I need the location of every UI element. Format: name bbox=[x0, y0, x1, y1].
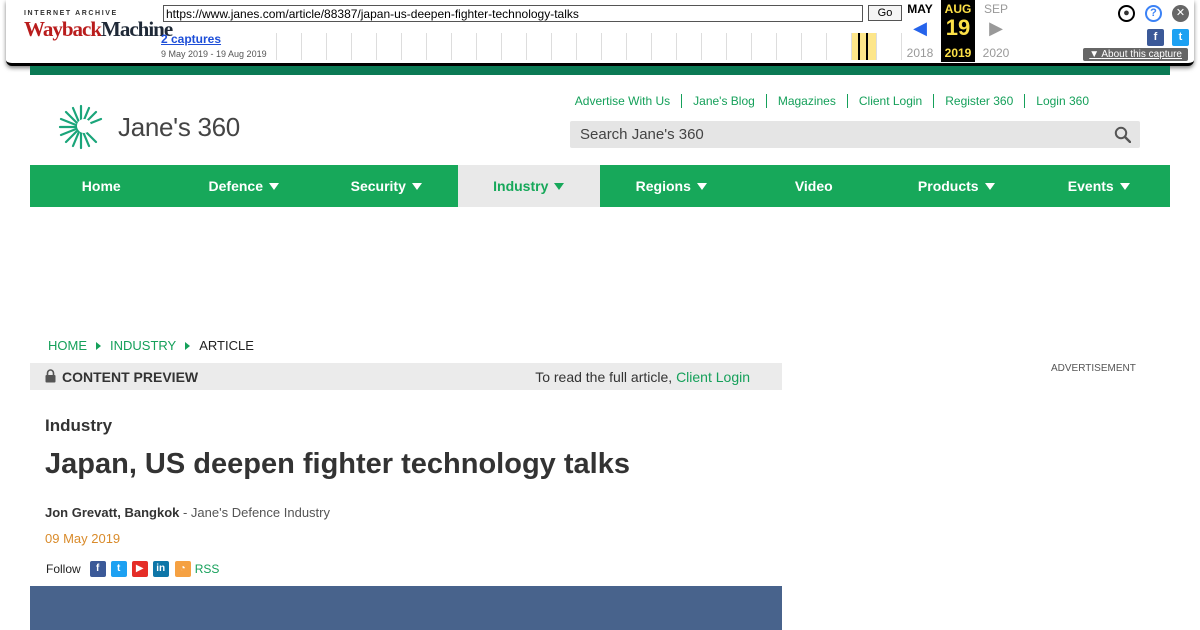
follow-bar: Follow f t ▶ in ◔ RSS bbox=[46, 561, 219, 577]
user-icon[interactable]: ● bbox=[1118, 5, 1135, 22]
wayback-logo-top: INTERNET ARCHIVE bbox=[24, 10, 118, 17]
calendar-next[interactable]: SEP ▶ 2020 bbox=[979, 0, 1013, 62]
nav-defence[interactable]: Defence bbox=[173, 165, 316, 207]
about-capture-button[interactable]: ▼ About this capture bbox=[1083, 48, 1188, 61]
nav-security[interactable]: Security bbox=[315, 165, 458, 207]
site-logo[interactable]: Jane's 360 bbox=[58, 103, 240, 151]
facebook-icon[interactable]: f bbox=[89, 561, 106, 577]
nav-products-label: Products bbox=[917, 178, 979, 194]
calendar-prev[interactable]: MAY ◀ 2018 bbox=[903, 0, 937, 62]
prev-month: MAY bbox=[907, 2, 933, 16]
nav-industry[interactable]: Industry bbox=[457, 165, 600, 207]
linkedin-icon[interactable]: in bbox=[152, 561, 169, 577]
nav-industry-label: Industry bbox=[493, 178, 549, 194]
sparkline-capture-mark bbox=[858, 33, 860, 60]
rss-icon[interactable]: ◔ bbox=[174, 561, 191, 577]
help-icon[interactable]: ? bbox=[1145, 5, 1162, 22]
next-year: 2020 bbox=[982, 46, 1010, 60]
sparkline-capture-mark bbox=[866, 33, 868, 60]
magazines-link[interactable]: Magazines bbox=[765, 94, 847, 108]
article-section: Industry bbox=[45, 416, 113, 435]
sparkline-current-month bbox=[851, 33, 876, 60]
login-link[interactable]: Login 360 bbox=[1024, 94, 1100, 108]
nav-events-label: Events bbox=[1067, 178, 1114, 194]
read-full-text: To read the full article, bbox=[535, 369, 673, 385]
content-preview-label: CONTENT PREVIEW bbox=[62, 369, 199, 385]
logo-text: Jane's 360 bbox=[118, 111, 240, 142]
article-publication: - Jane's Defence Industry bbox=[179, 505, 330, 520]
wayback-logo-main-a: Wayback bbox=[24, 17, 102, 41]
close-icon[interactable]: ✕ bbox=[1172, 5, 1189, 22]
breadcrumb-current: ARTICLE bbox=[199, 338, 254, 353]
nav-video-label: Video bbox=[794, 178, 833, 194]
nav-regions[interactable]: Regions bbox=[600, 165, 743, 207]
nav-regions-label: Regions bbox=[635, 178, 691, 194]
advertise-link[interactable]: Advertise With Us bbox=[564, 94, 681, 108]
breadcrumb-arrow-icon bbox=[96, 341, 101, 350]
follow-label: Follow bbox=[46, 562, 81, 576]
wayback-go-button[interactable]: Go bbox=[868, 5, 902, 21]
cur-year: 2019 bbox=[944, 46, 972, 60]
calendar-current: AUG 19 2019 bbox=[941, 0, 975, 62]
article-date: 09 May 2019 bbox=[45, 531, 121, 546]
advertisement-label: ADVERTISEMENT bbox=[1051, 363, 1136, 374]
twitter-icon[interactable]: t bbox=[1172, 29, 1189, 46]
wayback-date-range: 9 May 2019 - 19 Aug 2019 bbox=[161, 49, 267, 59]
wayback-captures-link[interactable]: 2 captures bbox=[161, 32, 221, 46]
caret-down-icon bbox=[268, 182, 279, 190]
wayback-url-input[interactable] bbox=[163, 5, 863, 22]
caret-down-icon bbox=[1119, 182, 1130, 190]
nav-video[interactable]: Video bbox=[743, 165, 886, 207]
caret-down-icon bbox=[554, 182, 565, 190]
next-arrow-icon[interactable]: ▶ bbox=[979, 16, 1013, 40]
facebook-icon[interactable]: f bbox=[1147, 29, 1164, 46]
search-icon[interactable] bbox=[1114, 126, 1131, 143]
client-login-link[interactable]: Client Login bbox=[846, 94, 933, 108]
breadcrumb-home[interactable]: HOME bbox=[48, 338, 87, 353]
register-link[interactable]: Register 360 bbox=[933, 94, 1024, 108]
prev-arrow-icon[interactable]: ◀ bbox=[903, 16, 937, 40]
article-author: Jon Grevatt, Bangkok bbox=[45, 505, 180, 520]
read-full-article: To read the full article, Client Login bbox=[535, 369, 750, 385]
janes-logo-icon bbox=[58, 104, 103, 150]
article-hero-image bbox=[30, 586, 782, 630]
nav-defence-label: Defence bbox=[208, 178, 263, 194]
utility-links: Advertise With Us Jane's Blog Magazines … bbox=[564, 94, 1100, 108]
next-month: SEP bbox=[983, 2, 1008, 16]
wayback-toolbar: INTERNET ARCHIVE WaybackMachine Go 2 cap… bbox=[6, 0, 1194, 66]
wayback-logo-main: WaybackMachine bbox=[24, 17, 173, 41]
wayback-logo[interactable]: INTERNET ARCHIVE WaybackMachine bbox=[24, 10, 173, 50]
top-accent-bar bbox=[30, 66, 1170, 75]
youtube-icon[interactable]: ▶ bbox=[131, 561, 148, 577]
breadcrumb: HOME INDUSTRY ARTICLE bbox=[48, 338, 254, 353]
article-headline: Japan, US deepen fighter technology talk… bbox=[45, 448, 630, 480]
blog-link[interactable]: Jane's Blog bbox=[681, 94, 766, 108]
about-capture-label: About this capture bbox=[1101, 49, 1182, 60]
breadcrumb-industry[interactable]: INDUSTRY bbox=[110, 338, 176, 353]
caret-down-icon bbox=[696, 182, 707, 190]
nav-products[interactable]: Products bbox=[885, 165, 1028, 207]
caret-down-icon bbox=[984, 182, 995, 190]
preview-client-login-link[interactable]: Client Login bbox=[676, 369, 750, 385]
breadcrumb-arrow-icon bbox=[185, 341, 191, 350]
cur-month: AUG bbox=[944, 2, 972, 16]
search-input[interactable] bbox=[570, 121, 1090, 148]
nav-security-label: Security bbox=[350, 178, 406, 194]
nav-home-label: Home bbox=[81, 178, 121, 194]
wayback-sparkline[interactable] bbox=[276, 33, 902, 60]
twitter-icon[interactable]: t bbox=[110, 561, 127, 577]
nav-events[interactable]: Events bbox=[1028, 165, 1171, 207]
caret-down-icon bbox=[411, 182, 422, 190]
main-nav: Home Defence Security Industry Regions V… bbox=[30, 165, 1170, 207]
lock-icon bbox=[45, 369, 56, 383]
search-bar bbox=[570, 121, 1140, 148]
article-byline: Jon Grevatt, Bangkok - Jane's Defence In… bbox=[45, 505, 330, 520]
prev-year: 2018 bbox=[906, 46, 934, 60]
wayback-calendar: MAY ◀ 2018 AUG 19 2019 SEP ▶ 2020 bbox=[903, 0, 1013, 62]
content-preview-bar: CONTENT PREVIEW To read the full article… bbox=[30, 363, 782, 390]
rss-link[interactable]: RSS bbox=[195, 562, 220, 576]
nav-home[interactable]: Home bbox=[30, 165, 173, 207]
cur-day: 19 bbox=[945, 15, 971, 40]
